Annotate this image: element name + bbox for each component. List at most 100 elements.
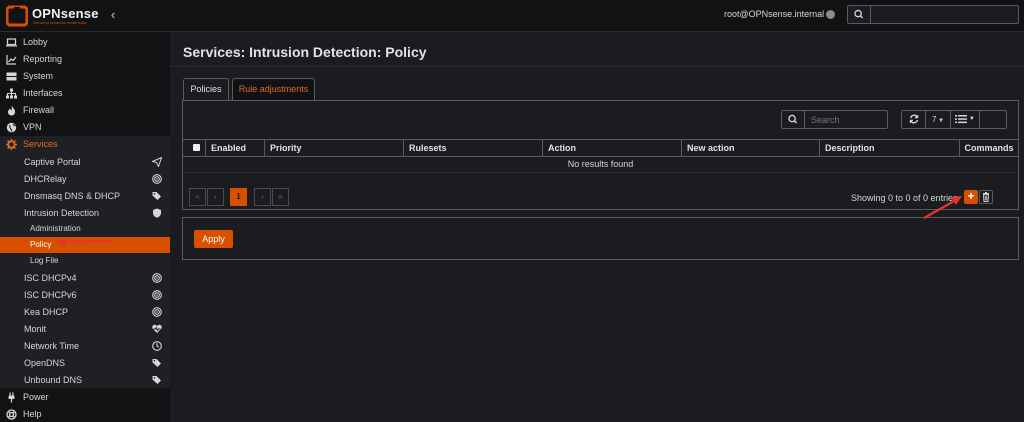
pagination-next-button[interactable]: › [254, 188, 271, 206]
entries-count: Showing 0 to 0 of 0 entries [851, 193, 958, 203]
sidebar-item-label: Power [23, 392, 49, 402]
sidebar-item-firewall[interactable]: Firewall [0, 102, 170, 119]
sidebar-item-lobby[interactable]: Lobby [0, 34, 170, 51]
tags-icon [152, 359, 161, 367]
collapse-sidebar-icon[interactable]: ‹ [107, 7, 119, 23]
column-new-action[interactable]: New action [681, 140, 819, 157]
sidebar-item-label: OpenDNS [24, 358, 66, 368]
search-icon [788, 114, 798, 124]
sidebar-item-label: Dnsmasq DNS & DHCP [24, 191, 121, 201]
shield-icon [153, 208, 161, 218]
apply-button[interactable]: Apply [194, 230, 233, 248]
sidebar-item-label: Help [23, 409, 42, 419]
sidebar-item-unbound-dns[interactable]: Unbound DNS [0, 371, 170, 388]
sidebar-item-policy[interactable]: Policy [0, 237, 170, 253]
sidebar-item-label: Log File [30, 256, 59, 265]
sidebar-item-label: Firewall [23, 105, 55, 115]
sidebar-item-kea-dhcp[interactable]: Kea DHCP [0, 303, 170, 320]
column-rulesets[interactable]: Rulesets [403, 140, 542, 157]
sidebar-item-power[interactable]: Power [0, 389, 170, 406]
global-search-input[interactable] [871, 5, 1019, 24]
refresh-button[interactable] [901, 110, 926, 129]
top-bar: OPNsense Securing networks made easy ‹ r… [0, 0, 1024, 32]
pagination-page-1[interactable]: 1 [230, 188, 247, 206]
user-label[interactable]: root@OPNsense.internal [724, 9, 824, 19]
sidebar-item-label: Kea DHCP [24, 307, 69, 317]
page-size-dropdown[interactable]: 7 ▼ [926, 110, 951, 129]
sidebar-item-services[interactable]: Services [0, 136, 170, 153]
opnsense-logo-icon [6, 5, 28, 27]
sitemap-icon [6, 88, 17, 99]
sidebar-item-monit[interactable]: Monit [0, 320, 170, 337]
sidebar-item-opendns[interactable]: OpenDNS [0, 354, 170, 371]
sidebar-item-label: Services [23, 139, 58, 149]
empty-message: No results found [567, 159, 634, 169]
sidebar-item-captive-portal[interactable]: Captive Portal [0, 153, 170, 170]
clock-icon [152, 341, 162, 351]
sidebar-item-log-file[interactable]: Log File [0, 253, 170, 269]
bullseye-icon [152, 174, 162, 184]
sidebar-item-network-time[interactable]: Network Time [0, 337, 170, 354]
sidebar-item-label: Administration [30, 224, 81, 233]
chart-icon [6, 55, 17, 65]
column-enabled[interactable]: Enabled [205, 140, 264, 157]
page-title: Services: Intrusion Detection: Policy [183, 44, 427, 60]
sidebar-item-label: Intrusion Detection [24, 208, 100, 218]
pagination-prev-button[interactable]: ‹ [207, 188, 224, 206]
tab-policies[interactable]: Policies [183, 78, 229, 100]
trash-icon [982, 192, 990, 202]
laptop-icon [6, 38, 17, 47]
sidebar-item-label: Unbound DNS [24, 375, 83, 385]
sidebar-item-label: Interfaces [23, 88, 63, 98]
add-policy-button[interactable]: + [964, 190, 978, 204]
sidebar-item-label: ISC DHCPv6 [24, 290, 77, 300]
sidebar-item-label: Captive Portal [24, 157, 81, 167]
sidebar-item-interfaces[interactable]: Interfaces [0, 85, 170, 102]
column-description[interactable]: Description [819, 140, 959, 157]
chevron-down-icon: ▼ [936, 118, 945, 124]
sidebar-item-reporting[interactable]: Reporting [0, 51, 170, 68]
sidebar-item-dnsmasq[interactable]: Dnsmasq DNS & DHCP [0, 187, 170, 204]
title-divider [170, 66, 1024, 67]
sidebar-item-dhcrelay[interactable]: DHCRelay [0, 170, 170, 187]
tab-rule-adjustments[interactable]: Rule adjustments [232, 78, 315, 100]
select-all-checkbox[interactable] [193, 144, 200, 151]
grid-search-input[interactable] [805, 110, 888, 129]
sidebar-item-label: Policy [30, 240, 52, 249]
tags-icon [152, 192, 161, 200]
global-search-button[interactable] [847, 5, 871, 24]
sidebar-item-isc-dhcpv4[interactable]: ISC DHCPv4 [0, 269, 170, 286]
sidebar-item-administration[interactable]: Administration [0, 221, 170, 237]
column-priority[interactable]: Priority [264, 140, 403, 157]
fire-icon [7, 105, 16, 116]
list-icon [955, 115, 968, 124]
pagination-first-button[interactable]: « [189, 188, 206, 206]
pagination-last-button[interactable]: » [272, 188, 289, 206]
heartbeat-icon [152, 324, 162, 333]
bullseye-icon [152, 307, 162, 317]
brand-logo[interactable]: OPNsense Securing networks made easy [6, 4, 106, 28]
toolbar-extra-button[interactable] [980, 110, 1007, 129]
column-commands: Commands [959, 140, 1018, 157]
grid-search-button[interactable] [781, 110, 805, 129]
sidebar-item-vpn[interactable]: VPN [0, 119, 170, 136]
search-icon [854, 9, 864, 19]
brand-tagline: Securing networks made easy [33, 20, 87, 25]
server-icon [6, 72, 17, 81]
sidebar-item-isc-dhcpv6[interactable]: ISC DHCPv6 [0, 286, 170, 303]
tags-icon [152, 376, 161, 384]
apply-panel [182, 217, 1019, 260]
columns-dropdown[interactable]: ▼ [951, 110, 980, 129]
status-indicator-icon [826, 10, 835, 19]
sidebar-item-label: Monit [24, 324, 47, 334]
plus-icon: + [967, 189, 975, 203]
delete-selected-button[interactable] [979, 190, 993, 204]
sidebar-item-help[interactable]: Help [0, 406, 170, 422]
sidebar-item-system[interactable]: System [0, 68, 170, 85]
sidebar-item-intrusion-detection[interactable]: Intrusion Detection [0, 204, 170, 221]
chevron-down-icon: ▼ [967, 116, 975, 122]
column-action[interactable]: Action [542, 140, 681, 157]
sidebar-item-label: ISC DHCPv4 [24, 273, 77, 283]
sidebar-item-label: Lobby [23, 37, 48, 47]
sidebar-item-label: DHCRelay [24, 174, 67, 184]
